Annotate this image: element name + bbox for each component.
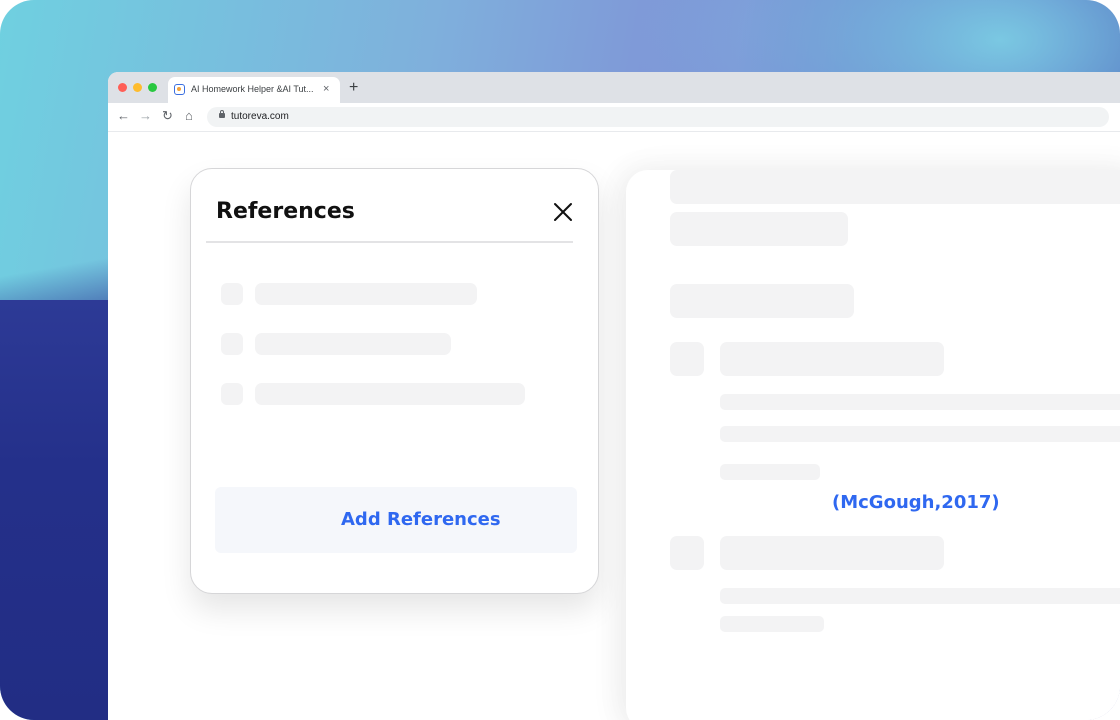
- background-stage: AI Homework Helper &AI Tut... × + ← → ↻ …: [0, 0, 1120, 720]
- reference-placeholder-icon: [221, 383, 243, 405]
- tab-close-icon[interactable]: ×: [323, 83, 329, 95]
- doc-skeleton-line: [720, 464, 820, 480]
- minimize-window-icon[interactable]: [133, 83, 142, 92]
- page-content: (McGough,2017) References Add References: [108, 132, 1120, 720]
- tab-title: AI Homework Helper &AI Tut...: [191, 84, 314, 94]
- reload-icon[interactable]: ↻: [162, 109, 173, 123]
- doc-skeleton-line: [720, 394, 1120, 410]
- close-icon[interactable]: [553, 202, 573, 222]
- new-tab-icon[interactable]: +: [349, 80, 358, 96]
- document-card: (McGough,2017): [626, 170, 1120, 720]
- browser-window: AI Homework Helper &AI Tut... × + ← → ↻ …: [108, 72, 1120, 720]
- references-divider: [206, 241, 573, 243]
- doc-skeleton-line: [720, 342, 944, 376]
- forward-arrow-icon[interactable]: →: [139, 109, 152, 123]
- add-references-label: Add References: [341, 509, 501, 530]
- browser-tab[interactable]: AI Homework Helper &AI Tut... ×: [168, 77, 340, 103]
- tab-strip: AI Homework Helper &AI Tut... × +: [108, 72, 1120, 103]
- doc-skeleton-line: [670, 170, 1120, 204]
- doc-skeleton-line: [720, 536, 944, 570]
- reference-placeholder-icon: [221, 283, 243, 305]
- home-icon[interactable]: ⌂: [185, 109, 193, 123]
- doc-skeleton-avatar: [670, 342, 704, 376]
- references-panel: References Add References: [190, 168, 599, 594]
- add-references-button[interactable]: Add References: [215, 487, 577, 553]
- reference-placeholder-line: [255, 333, 451, 355]
- reference-placeholder-line: [255, 283, 477, 305]
- reference-placeholder-line: [255, 383, 525, 405]
- url-text[interactable]: tutoreva.com: [231, 111, 289, 122]
- references-title: References: [216, 199, 355, 224]
- doc-skeleton-line: [720, 426, 1120, 442]
- doc-skeleton-line: [720, 616, 824, 632]
- lock-icon[interactable]: [219, 110, 225, 118]
- favicon-icon: [174, 84, 185, 95]
- back-arrow-icon[interactable]: ←: [117, 109, 130, 123]
- doc-skeleton-line: [670, 212, 848, 246]
- citation-text: (McGough,2017): [832, 492, 1000, 513]
- maximize-window-icon[interactable]: [148, 83, 157, 92]
- close-window-icon[interactable]: [118, 83, 127, 92]
- browser-toolbar: ← → ↻ ⌂ tutoreva.com ☆: [108, 103, 1120, 132]
- doc-skeleton-line: [670, 284, 854, 318]
- address-bar[interactable]: tutoreva.com: [207, 107, 1109, 127]
- doc-skeleton-line: [720, 588, 1120, 604]
- doc-skeleton-avatar: [670, 536, 704, 570]
- reference-placeholder-icon: [221, 333, 243, 355]
